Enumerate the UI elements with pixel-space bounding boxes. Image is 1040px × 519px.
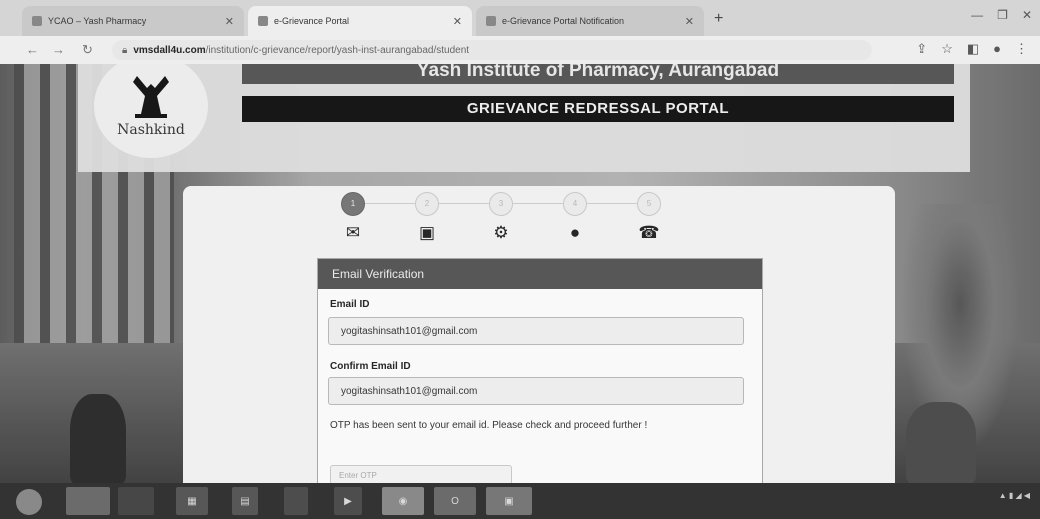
step-number: 5 [637,192,661,216]
otp-input[interactable]: Enter OTP [330,465,512,483]
favicon-icon [32,16,42,26]
taskbar-app-icon[interactable]: ▣ [486,487,532,515]
institute-logo[interactable]: Nashkind [94,64,208,158]
favicon-icon [486,16,496,26]
page-viewport: Nashkind Yash Institute of Pharmacy, Aur… [0,64,1040,483]
step-3[interactable]: 3 ⚙ [489,192,513,242]
email-verification-panel: Email Verification Email ID yogitashinsa… [317,258,763,483]
tab-title: e-Grievance Portal [274,16,350,26]
share-icon[interactable]: ⇪ [916,41,927,57]
verification-card: 1 ✉ 2 ▣ 3 ⚙ 4 ● 5 ☎ Email Verification E… [183,186,895,483]
opera-taskbar-icon[interactable]: O [434,487,476,515]
envelope-icon: ✉ [345,223,361,242]
browser-tab-3[interactable]: e-Grievance Portal Notification ✕ [476,6,704,36]
cogs-icon: ⚙ [493,223,509,242]
os-taskbar: ▦ ▤ ▶ ◉ O ▣ ▲ ▮ ◢ ◀︎ [0,483,1040,519]
new-tab-button[interactable]: + [714,10,723,28]
forward-icon[interactable]: → [52,42,65,57]
taskbar-app-icon[interactable] [284,487,308,515]
tab-title: e-Grievance Portal Notification [502,16,625,26]
step-5[interactable]: 5 ☎ [637,192,661,242]
confirm-email-label: Confirm Email ID [330,361,411,372]
toolbar-icons: ⇪ ☆ ◧ ● ⋮ [916,41,1028,57]
taskbar-app-icon[interactable]: ▶ [334,487,362,515]
comment-icon: ● [569,223,581,242]
taskbar-app-icon[interactable]: ▦ [176,487,208,515]
window-controls: — ❐ ✕ [971,8,1032,22]
favicon-icon [258,16,268,26]
taskbar-app-icon[interactable]: ▤ [232,487,258,515]
browser-tab-1[interactable]: YCAO – Yash Pharmacy ✕ [22,6,244,36]
url-path: /institution/c-grievance/report/yash-ins… [205,44,470,56]
address-book-icon: ▣ [418,223,436,242]
otp-message: OTP has been sent to your email id. Plea… [330,420,648,431]
chrome-taskbar-icon[interactable]: ◉ [382,487,424,515]
panel-title: Email Verification [318,259,762,289]
url-bar[interactable]: 🔒︎ vmsdall4u.com /institution/c-grievanc… [112,40,872,60]
site-header: Nashkind Yash Institute of Pharmacy, Aur… [78,64,970,172]
tab-title: YCAO – Yash Pharmacy [48,16,147,26]
start-button[interactable] [16,489,42,515]
maximize-icon[interactable]: ❐ [997,8,1008,22]
step-number: 1 [341,192,365,216]
reload-icon[interactable]: ↻ [82,42,93,58]
portal-title: GRIEVANCE REDRESSAL PORTAL [242,96,954,122]
email-label: Email ID [330,299,370,310]
institute-name: Yash Institute of Pharmacy, Aurangabad [242,64,954,84]
step-connector [365,203,415,204]
taskbar-app-icon[interactable] [118,487,154,515]
taskbar-app-icon[interactable] [66,487,110,515]
close-tab-icon[interactable]: ✕ [445,15,462,28]
email-field[interactable]: yogitashinsath101@gmail.com [328,317,744,345]
step-number: 4 [563,192,587,216]
step-connector [513,203,563,204]
system-tray: ▲ ▮ ◢ ◀︎ [998,491,1030,500]
step-number: 3 [489,192,513,216]
close-tab-icon[interactable]: ✕ [217,15,234,28]
lock-icon: 🔒︎ [122,44,128,56]
close-window-icon[interactable]: ✕ [1022,8,1032,22]
background-person [70,394,126,483]
phone-icon: ☎ [638,223,660,242]
browser-tab-2[interactable]: e-Grievance Portal ✕ [248,6,472,36]
logo-text: Nashkind [117,122,185,138]
step-4[interactable]: 4 ● [563,192,587,242]
browser-tab-bar: YCAO – Yash Pharmacy ✕ e-Grievance Porta… [0,0,1040,36]
profile-avatar-icon[interactable]: ● [993,41,1001,57]
step-1[interactable]: 1 ✉ [341,192,365,242]
back-icon[interactable]: ← [26,42,39,57]
menu-icon[interactable]: ⋮ [1015,41,1028,57]
address-toolbar: ← → ↻ 🔒︎ vmsdall4u.com /institution/c-gr… [0,36,1040,65]
url-host: vmsdall4u.com [133,44,206,56]
sidebar-icon[interactable]: ◧ [967,41,979,57]
confirm-email-field[interactable]: yogitashinsath101@gmail.com [328,377,744,405]
close-tab-icon[interactable]: ✕ [677,15,694,28]
step-number: 2 [415,192,439,216]
bookmark-star-icon[interactable]: ☆ [941,41,953,57]
progress-steps: 1 ✉ 2 ▣ 3 ⚙ 4 ● 5 ☎ [341,192,661,252]
step-2[interactable]: 2 ▣ [415,192,439,242]
logo-emblem-icon [133,76,169,118]
step-connector [587,203,637,204]
step-connector [439,203,489,204]
background-person [906,402,976,483]
minimize-icon[interactable]: — [971,8,983,22]
